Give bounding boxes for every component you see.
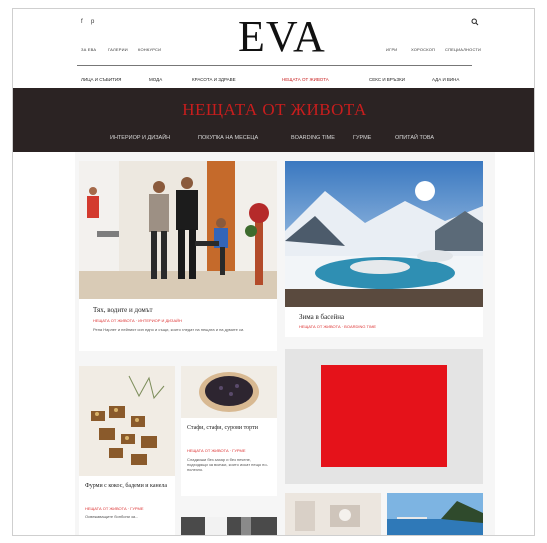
nav-divider-top — [77, 65, 472, 66]
article-card-home[interactable]: Тях, водите и домът НЕЩАТА ОТ ЖИВОТА · И… — [79, 161, 277, 351]
article-category[interactable]: НЕЩАТА ОТ ЖИВОТА · ГУРМЕ — [85, 506, 144, 511]
section-banner: НЕЩАТА ОТ ЖИВОТА ИНТЕРИОР И ДИЗАЙН ПОКУП… — [13, 88, 534, 152]
ad-red-block[interactable] — [321, 365, 447, 467]
nav-item-food[interactable]: АДА И ВИНА — [432, 77, 459, 82]
header-link-specials[interactable]: СПЕЦИАЛНОСТИ — [445, 47, 481, 52]
article-title[interactable]: Стафи, стафи, сурови торти — [187, 424, 273, 432]
article-image-spa — [285, 161, 483, 307]
subnav-purchase[interactable]: ПОКУПКА НА МЕСЕЦА — [198, 135, 258, 141]
facebook-icon[interactable]: f — [81, 19, 83, 25]
ad-slot[interactable] — [285, 349, 483, 484]
nav-item-fashion[interactable]: МОДА — [149, 77, 162, 82]
subnav-gourmet[interactable]: ГУРМЕ — [353, 135, 371, 141]
pinterest-icon[interactable]: p — [91, 19, 95, 25]
article-excerpt: Сладкиши без захар и без печене, подходя… — [187, 457, 268, 472]
article-card-cakes[interactable]: Стафи, стафи, сурови торти НЕЩАТА ОТ ЖИВ… — [181, 366, 277, 496]
article-card-spa[interactable]: Зима в басейна НЕЩАТА ОТ ЖИВОТА · BOARDI… — [285, 161, 483, 337]
nav-item-relationships[interactable]: СЕКС И ВРЪЗКИ — [369, 77, 405, 82]
header-link-about[interactable]: ЗА ЕВА — [81, 47, 96, 52]
search-icon[interactable] — [471, 18, 479, 26]
article-category[interactable]: НЕЩАТА ОТ ЖИВОТА · ИНТЕРИОР И ДИЗАЙН — [93, 318, 182, 323]
subnav-interior[interactable]: ИНТЕРИОР И ДИЗАЙН — [110, 135, 170, 141]
subnav-boarding[interactable]: BOARDING TIME — [291, 135, 335, 141]
eva-logo[interactable]: EVA — [238, 11, 326, 62]
article-image-home — [79, 161, 277, 299]
article-excerpt: Рена Нарлет и нейният син едно и същи, к… — [93, 327, 245, 332]
article-image-lake[interactable] — [387, 493, 483, 535]
article-excerpt: Освежаващите бонбони за... — [85, 514, 139, 519]
article-image-partial[interactable] — [181, 517, 277, 535]
article-title[interactable]: Зима в басейна — [299, 313, 344, 321]
article-image-cakes — [181, 366, 277, 418]
subnav-try-this[interactable]: ОПИТАЙ ТОВА — [395, 135, 434, 141]
article-title[interactable]: Фурми с кокос, бадеми и канела — [85, 482, 171, 490]
nav-item-life[interactable]: НЕЩАТА ОТ ЖИВОТА — [282, 77, 329, 82]
page: f p ЗА ЕВА ГАЛЕРИИ КОНКУРСИ EVA ИГРИ ХОР… — [12, 8, 535, 536]
header-link-galleries[interactable]: ГАЛЕРИИ — [108, 47, 128, 52]
nav-item-beauty[interactable]: КРАСОТА И ЗДРАВЕ — [192, 77, 236, 82]
header-link-horoscope[interactable]: ХОРОСКОП — [411, 47, 435, 52]
header-link-contests[interactable]: КОНКУРСИ — [138, 47, 161, 52]
article-image-figs — [79, 366, 175, 476]
article-image-bathroom[interactable] — [285, 493, 381, 535]
article-title[interactable]: Тях, водите и домът — [93, 306, 153, 314]
nav-item-people[interactable]: ЛИЦА И СЪБИТИЯ — [81, 77, 121, 82]
article-category[interactable]: НЕЩАТА ОТ ЖИВОТА · ГУРМЕ — [187, 448, 246, 453]
article-card-figs[interactable]: Фурми с кокос, бадеми и канела НЕЩАТА ОТ… — [79, 366, 175, 535]
article-category[interactable]: НЕЩАТА ОТ ЖИВОТА · BOARDING TIME — [299, 324, 376, 329]
section-title: НЕЩАТА ОТ ЖИВОТА — [182, 100, 367, 119]
header-link-games[interactable]: ИГРИ — [386, 47, 397, 52]
